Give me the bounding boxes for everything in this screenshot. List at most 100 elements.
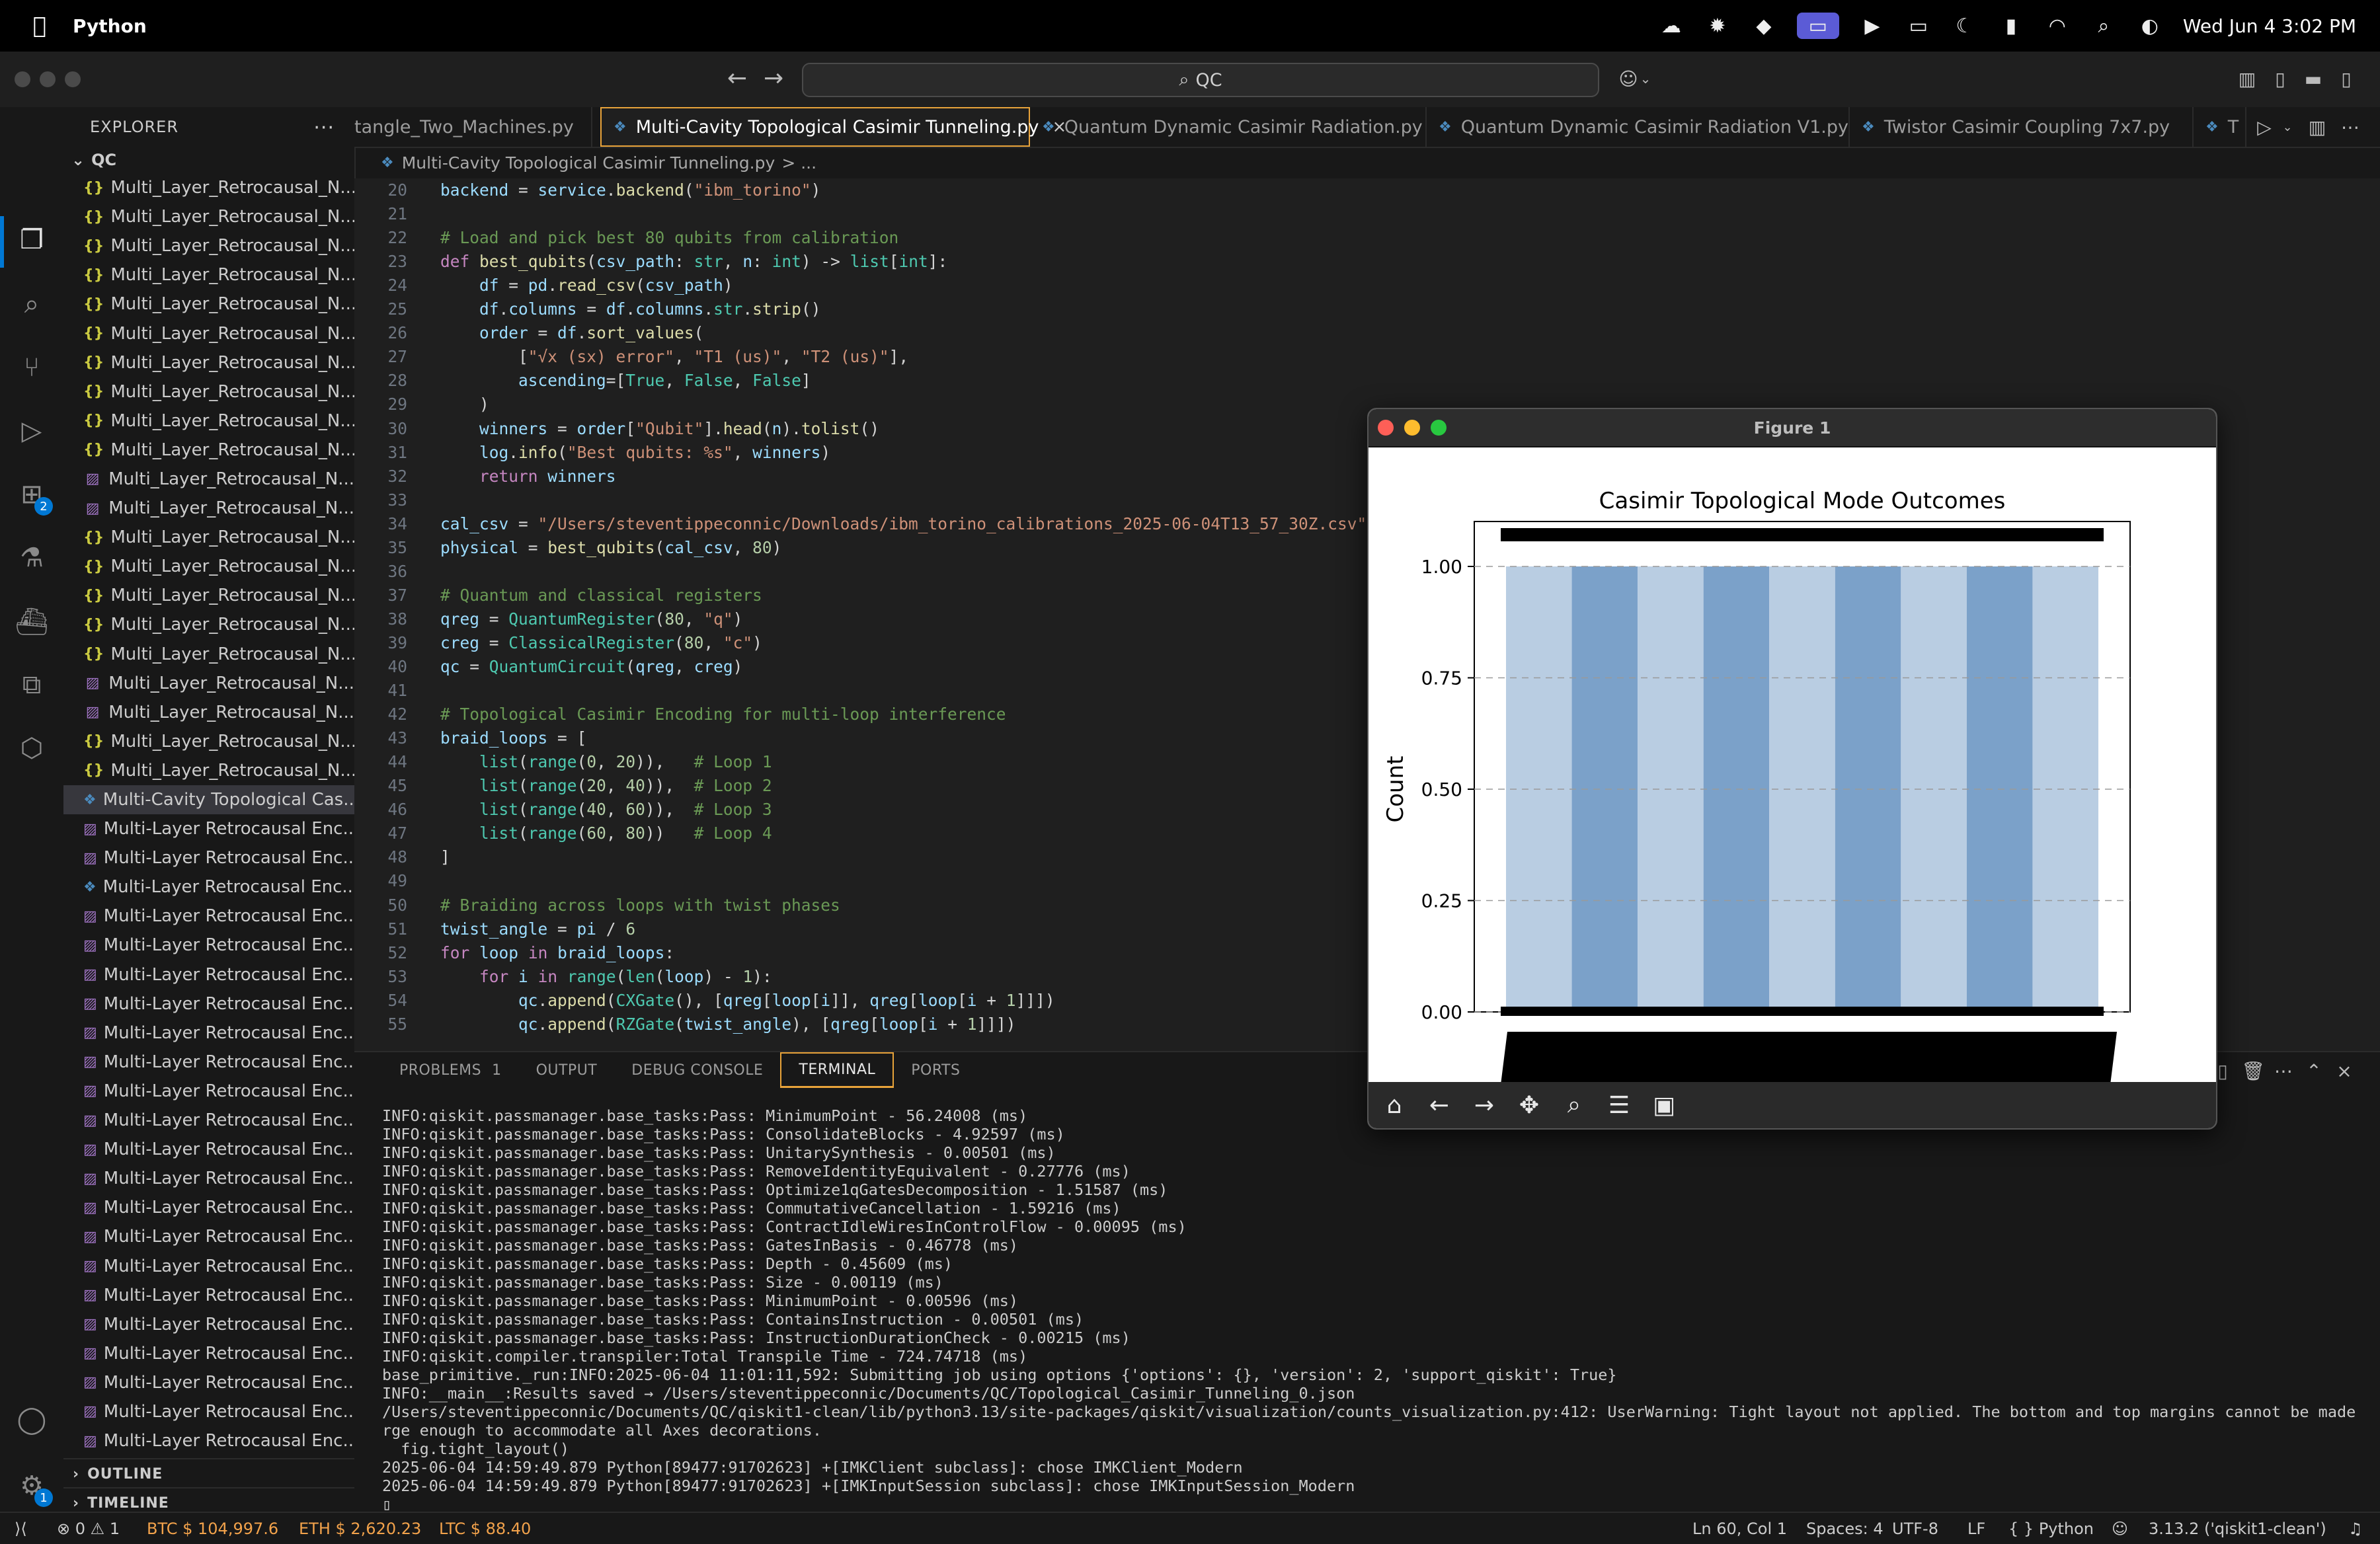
tab-terminal[interactable]: TERMINAL [780, 1052, 894, 1088]
file-item[interactable]: ▨ Multi-Layer Retrocausal Enc... [63, 1135, 354, 1164]
command-center-search[interactable]: ⌕ QC [802, 63, 1599, 97]
code-line[interactable]: 33 [354, 488, 440, 512]
code-line[interactable]: 28 ascending=[True, False, False] [354, 369, 811, 393]
forward-arrow-icon[interactable]: → [764, 65, 783, 92]
wifi-icon[interactable]: ◠ [2044, 13, 2071, 39]
code-line[interactable]: 46 list(range(40, 60)), # Loop 3 [354, 798, 772, 822]
file-item[interactable]: ▨ Multi-Layer Retrocausal Enc... [63, 1397, 354, 1426]
file-item[interactable]: ▨ Multi-Layer Retrocausal Enc... [63, 1106, 354, 1135]
run-dropdown-icon[interactable]: ⌄ [2275, 114, 2300, 139]
tab-tangle-two-machines[interactable]: tangle_Two_Machines.py [354, 107, 592, 147]
split-editor-icon[interactable]: ▥ [2305, 114, 2330, 139]
file-item[interactable]: {} Multi_Layer_Retrocausal_N... [63, 260, 354, 290]
file-item[interactable]: ▨ Multi-Layer Retrocausal Enc... [63, 902, 354, 931]
folder-root[interactable]: ⌄ QC [63, 147, 354, 173]
back-arrow-icon[interactable]: ← [1420, 1086, 1458, 1124]
file-item[interactable]: {} Multi_Layer_Retrocausal_N... [63, 640, 354, 669]
code-line[interactable]: 35 physical = best_qubits(cal_csv, 80) [354, 536, 781, 560]
bug-icon[interactable]: ✹ [1704, 13, 1731, 39]
file-item[interactable]: {} Multi_Layer_Retrocausal_N... [63, 581, 354, 610]
customize-layout-icon[interactable]: ▥ [2235, 66, 2260, 91]
file-item[interactable]: ▨ Multi_Layer_Retrocausal_N... [63, 494, 354, 523]
code-line[interactable]: 42 # Topological Casimir Encoding for mul… [354, 703, 1006, 726]
toggle-panel-icon[interactable]: ▬ [2301, 66, 2326, 91]
notifications-bell-icon[interactable]: ♫ [2348, 1513, 2363, 1544]
docker-icon[interactable]: ⛴ [15, 604, 49, 638]
file-item[interactable]: ▨ Multi-Layer Retrocausal Enc... [63, 1310, 354, 1339]
btc-price[interactable]: BTC $ 104,997.6 [147, 1513, 278, 1544]
maximize-panel-icon[interactable]: ⌃ [2301, 1058, 2327, 1084]
testing-flask-icon[interactable]: ⚗ [15, 541, 49, 575]
code-line[interactable]: 51 twist_angle = pi / 6 [354, 917, 635, 941]
code-line[interactable]: 24 df = pd.read_csv(csv_path) [354, 274, 733, 297]
file-item[interactable]: ▨ Multi-Layer Retrocausal Enc... [63, 931, 354, 960]
file-item[interactable]: {} Multi_Layer_Retrocausal_N... [63, 523, 354, 552]
ltc-price[interactable]: LTC $ 88.40 [439, 1513, 531, 1544]
code-line[interactable]: 21 [354, 202, 440, 226]
save-figure-icon[interactable]: ▣ [1645, 1086, 1683, 1124]
code-line[interactable]: 34 cal_csv = "/Users/steventippeconnic/Do… [354, 512, 1367, 536]
file-item[interactable]: ▨ Multi_Layer_Retrocausal_N... [63, 698, 354, 727]
code-line[interactable]: 31 log.info("Best qubits: %s", winners) [354, 441, 830, 465]
matplotlib-figure-window[interactable]: Figure 1 0.00 0.25 0.50 0.75 1.00 Casimir Top… [1367, 408, 2217, 1130]
file-item[interactable]: {} Multi_Layer_Retrocausal_N... [63, 610, 354, 639]
file-item[interactable]: ▨ Multi-Layer Retrocausal Enc... [63, 1281, 354, 1310]
package-icon[interactable]: ⬡ [15, 731, 49, 765]
file-item[interactable]: {} Multi_Layer_Retrocausal_N... [63, 173, 354, 202]
explorer-icon[interactable]: ❐ [15, 223, 49, 257]
configure-subplots-icon[interactable]: ☰ [1600, 1086, 1638, 1124]
end-of-line[interactable]: LF [1967, 1513, 1985, 1544]
tab-overflow[interactable]: ❖ T [2194, 107, 2246, 147]
menu-bar-clock[interactable]: Wed Jun 4 3:02 PM [2183, 15, 2356, 37]
pan-move-icon[interactable]: ✥ [1510, 1086, 1548, 1124]
code-line[interactable]: 38 qreg = QuantumRegister(80, "q") [354, 607, 742, 631]
creative-cloud-icon[interactable]: ☁ [1658, 13, 1685, 39]
code-line[interactable]: 40 qc = QuantumCircuit(qreg, creg) [354, 655, 742, 679]
code-line[interactable]: 32 return winners [354, 465, 615, 488]
tab-ports[interactable]: PORTS [894, 1052, 977, 1088]
outline-section[interactable]: › OUTLINE [63, 1458, 354, 1488]
file-item[interactable]: {} Multi_Layer_Retrocausal_N... [63, 202, 354, 231]
copilot-status-icon[interactable]: ☺ [2112, 1513, 2128, 1544]
code-line[interactable]: 45 list(range(20, 40)), # Loop 2 [354, 774, 772, 798]
code-line[interactable]: 27 ["√x (sx) error", "T1 (us)", "T2 (us)… [354, 345, 908, 369]
figure-zoom-icon[interactable] [1431, 420, 1447, 436]
zoom-window-icon[interactable] [65, 71, 81, 87]
eth-price[interactable]: ETH $ 2,620.23 [299, 1513, 421, 1544]
figure-close-icon[interactable] [1378, 420, 1394, 436]
file-item[interactable]: ▨ Multi-Layer Retrocausal Enc... [63, 1339, 354, 1368]
tab-problems[interactable]: PROBLEMS 1 [382, 1052, 519, 1088]
code-line[interactable]: 29 ) [354, 393, 489, 416]
copilot-dropdown-icon[interactable]: ⌄ [1633, 66, 1658, 91]
file-item[interactable]: {} Multi_Layer_Retrocausal_N... [63, 756, 354, 785]
explorer-more-icon[interactable]: ··· [313, 116, 335, 139]
display-icon[interactable]: ▭ [1905, 13, 1932, 39]
indentation[interactable]: Spaces: 4 [1806, 1513, 1884, 1544]
language-mode[interactable]: { } Python [2008, 1513, 2094, 1544]
forward-arrow-icon[interactable]: → [1465, 1086, 1503, 1124]
file-item[interactable]: {} Multi_Layer_Retrocausal_N... [63, 319, 354, 348]
toggle-secondary-sidebar-icon[interactable]: ▯ [2334, 66, 2359, 91]
code-line[interactable]: 22 # Load and pick best 80 qubits from ca… [354, 226, 898, 250]
home-icon[interactable]: ⌂ [1375, 1086, 1413, 1124]
zoom-magnifier-icon[interactable]: ⌕ [1555, 1086, 1593, 1124]
code-line[interactable]: 30 winners = order["Qubit"].head(n).toli… [354, 417, 879, 441]
breadcrumb-file[interactable]: Multi-Cavity Topological Casimir Tunneli… [402, 153, 775, 173]
file-item[interactable]: {} Multi_Layer_Retrocausal_N... [63, 231, 354, 260]
accounts-icon[interactable]: ◯ [15, 1403, 49, 1437]
figure-minimize-icon[interactable] [1404, 420, 1420, 436]
play-circle-icon[interactable]: ▶ [1859, 13, 1885, 39]
code-line[interactable]: 20 backend = service.backend("ibm_torino"… [354, 178, 820, 202]
code-line[interactable]: 52 for loop in braid_loops: [354, 941, 674, 965]
figure-title-bar[interactable]: Figure 1 [1368, 409, 2216, 447]
source-control-icon[interactable]: ⑂ [15, 350, 49, 385]
figure-canvas[interactable]: 0.00 0.25 0.50 0.75 1.00 Casimir Topological … [1368, 447, 2216, 1085]
file-item[interactable]: ▨ Multi-Layer Retrocausal Enc... [63, 814, 354, 843]
code-line[interactable]: 50 # Braiding across loops with twist pha… [354, 894, 840, 917]
file-item[interactable]: ▨ Multi-Layer Retrocausal Enc... [63, 1077, 354, 1106]
code-line[interactable]: 26 order = df.sort_values( [354, 321, 703, 345]
code-line[interactable]: 44 list(range(0, 20)), # Loop 1 [354, 750, 772, 774]
minimize-window-icon[interactable] [40, 71, 56, 87]
file-item[interactable]: ▨ Multi-Layer Retrocausal Enc... [63, 1019, 354, 1048]
tab-quantum-dynamic-casimir[interactable]: ❖ Quantum Dynamic Casimir Radiation.py [1030, 107, 1427, 147]
